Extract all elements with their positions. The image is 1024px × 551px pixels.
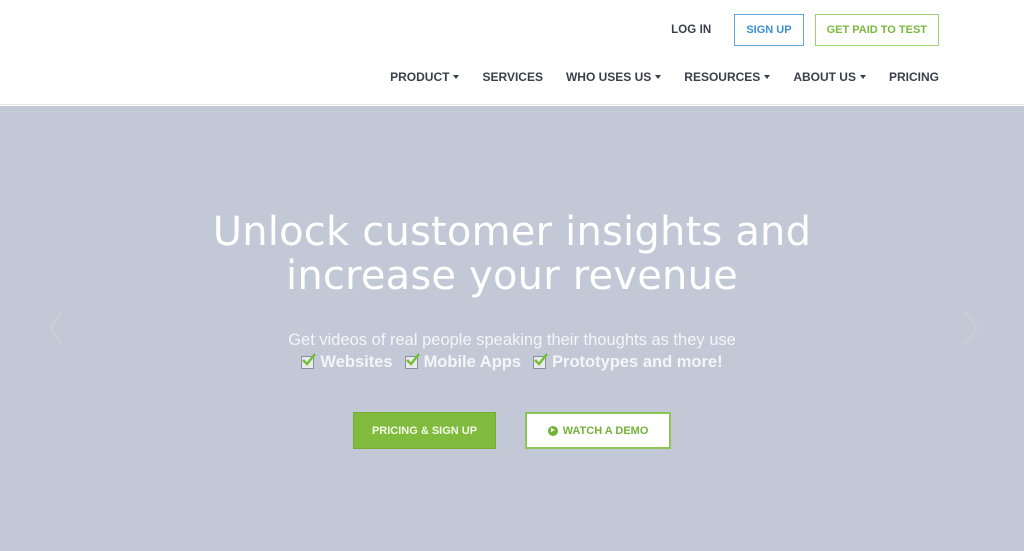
cta-row: PRICING & SIGN UP WATCH A DEMO <box>0 412 1024 449</box>
nav-item-resources[interactable]: RESOURCES <box>684 70 771 84</box>
feature-item: Prototypes and more! <box>533 353 723 372</box>
watch-demo-button[interactable]: WATCH A DEMO <box>525 412 671 449</box>
caret-down-icon <box>453 75 460 79</box>
caret-down-icon <box>859 75 866 79</box>
caret-down-icon <box>655 75 662 79</box>
checkbox-checked-icon <box>533 353 548 369</box>
feature-list: Websites Mobile Apps Prototypes and more… <box>0 353 1024 372</box>
caret-down-icon <box>764 75 771 79</box>
nav-item-services[interactable]: SERVICES <box>482 70 542 84</box>
nav-item-label: WHO USES US <box>565 70 652 84</box>
feature-label: Prototypes and more! <box>552 353 723 371</box>
nav-item-about-us[interactable]: ABOUT US <box>793 70 866 84</box>
carousel-next-button[interactable] <box>955 306 985 350</box>
get-paid-to-test-button[interactable]: GET PAID TO TEST <box>814 14 939 46</box>
main-nav: PRODUCT SERVICES WHO USES US RESOURCES A… <box>390 70 939 84</box>
signup-button[interactable]: SIGN UP <box>734 14 804 46</box>
nav-item-label: ABOUT US <box>793 70 856 84</box>
nav-item-label: SERVICES <box>482 70 543 84</box>
checkbox-checked-icon <box>301 353 317 369</box>
hero-subtitle: Get videos of real people speaking their… <box>288 331 736 349</box>
hero-title-line-1: Unlock customer insights and <box>212 209 812 255</box>
watch-demo-label: WATCH A DEMO <box>562 424 649 437</box>
feature-label: Websites <box>320 353 393 371</box>
feature-item: Websites <box>301 353 393 372</box>
chevron-right-icon <box>963 311 979 345</box>
feature-label: Mobile Apps <box>423 353 522 371</box>
checkbox-checked-icon <box>404 353 420 369</box>
hero-title: Unlock customer insights and increase yo… <box>0 210 1024 298</box>
hero-section: Unlock customer insights and increase yo… <box>0 106 1024 551</box>
login-link[interactable]: LOG IN <box>671 24 711 36</box>
nav-item-label: PRODUCT <box>390 70 450 84</box>
play-circle-icon <box>547 425 558 436</box>
nav-item-label: PRICING <box>888 70 939 84</box>
top-actions: LOG IN SIGN UP GET PAID TO TEST <box>671 14 939 46</box>
nav-item-pricing[interactable]: PRICING <box>889 70 939 84</box>
hero-title-line-2: increase your revenue <box>286 253 738 299</box>
pricing-signup-button[interactable]: PRICING & SIGN UP <box>353 412 496 449</box>
nav-item-label: RESOURCES <box>684 70 761 84</box>
feature-item: Mobile Apps <box>404 353 522 372</box>
nav-item-who-uses-us[interactable]: WHO USES US <box>565 70 662 84</box>
nav-item-product[interactable]: PRODUCT <box>390 70 460 84</box>
site-header: LOG IN SIGN UP GET PAID TO TEST PRODUCT … <box>0 0 1024 105</box>
